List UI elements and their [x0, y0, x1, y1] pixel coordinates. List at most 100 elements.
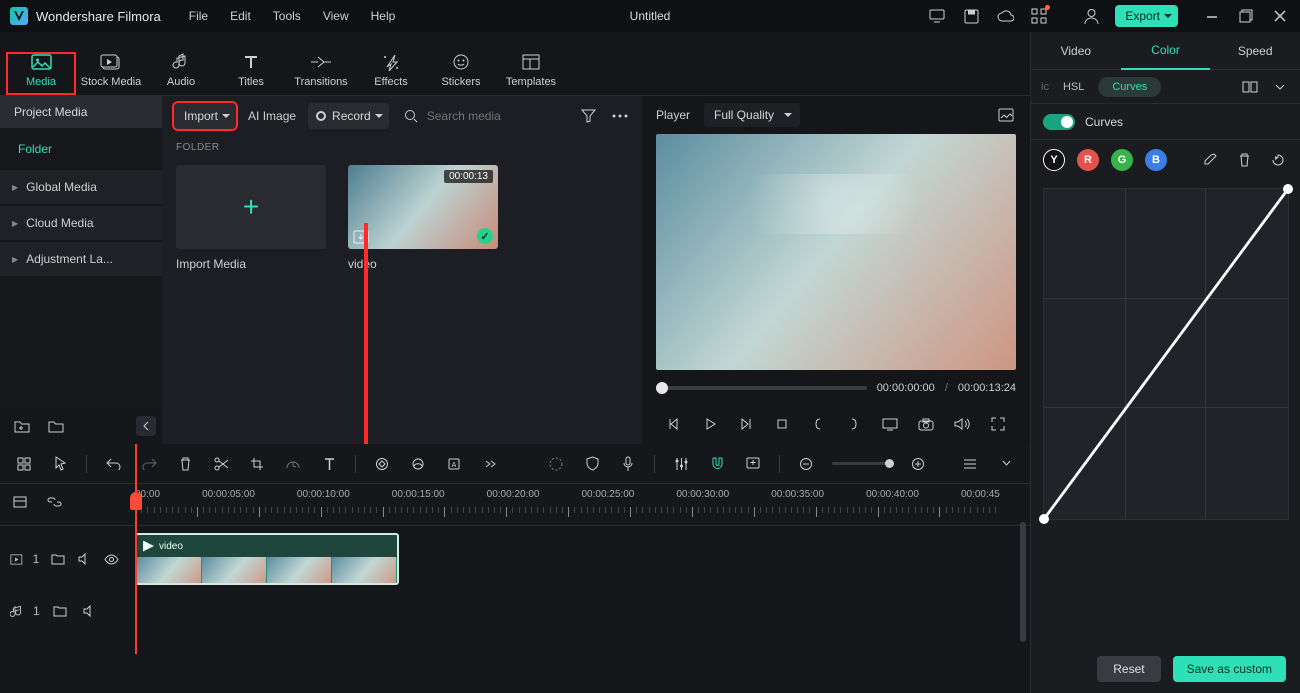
inspector-tab-video[interactable]: Video: [1031, 32, 1121, 70]
track-mute-icon[interactable]: [76, 549, 93, 569]
trash-icon[interactable]: [1234, 150, 1254, 170]
record-button[interactable]: Record: [308, 103, 389, 129]
channel-green[interactable]: G: [1111, 149, 1133, 171]
timeline-scrollbar[interactable]: [1020, 522, 1026, 642]
sidebar-item-cloud-media[interactable]: ▶Cloud Media: [0, 206, 162, 240]
minimize-icon[interactable]: [1202, 6, 1222, 26]
timeline-clip[interactable]: video: [135, 533, 399, 585]
mark-in-icon[interactable]: [809, 415, 827, 433]
subtab-ic[interactable]: ic: [1041, 81, 1049, 93]
next-frame-icon[interactable]: [737, 415, 755, 433]
text-tool-icon[interactable]: [319, 454, 339, 474]
device-icon[interactable]: [927, 6, 947, 26]
stop-icon[interactable]: [773, 415, 791, 433]
curve-editor[interactable]: [1043, 188, 1289, 520]
overflow-icon[interactable]: [480, 454, 500, 474]
tab-titles[interactable]: Titles: [216, 52, 286, 95]
menu-view[interactable]: View: [323, 9, 349, 23]
curve-point-low[interactable]: [1039, 514, 1049, 524]
render-icon[interactable]: [546, 454, 566, 474]
tab-stickers[interactable]: Stickers: [426, 52, 496, 95]
account-icon[interactable]: [1081, 6, 1101, 26]
curve-point-high[interactable]: [1283, 184, 1293, 194]
subtab-hsl[interactable]: HSL: [1063, 81, 1084, 93]
close-icon[interactable]: [1270, 6, 1290, 26]
media-cell-video[interactable]: 00:00:13 ✓ video: [348, 165, 498, 271]
import-button[interactable]: Import: [174, 103, 236, 129]
menu-file[interactable]: File: [189, 9, 208, 23]
tab-audio[interactable]: Audio: [146, 52, 216, 95]
playhead[interactable]: [135, 444, 137, 654]
sidebar-folder[interactable]: Folder: [0, 128, 162, 170]
sidebar-item-global-media[interactable]: ▶Global Media: [0, 170, 162, 204]
timeline-ruler[interactable]: 00:0000:00:05:00 00:00:10:0000:00:15:00 …: [0, 484, 1030, 526]
undo-icon[interactable]: [103, 454, 123, 474]
compare-icon[interactable]: [1240, 77, 1260, 97]
scrub-knob-icon[interactable]: [656, 382, 668, 394]
track-mute-icon[interactable]: [80, 601, 100, 621]
search-icon[interactable]: [401, 106, 421, 126]
reset-icon[interactable]: [1268, 150, 1288, 170]
channel-blue[interactable]: B: [1145, 149, 1167, 171]
subtab-curves[interactable]: Curves: [1098, 77, 1161, 97]
volume-icon[interactable]: [953, 415, 971, 433]
marker-add-icon[interactable]: [743, 454, 763, 474]
mic-icon[interactable]: [618, 454, 638, 474]
channel-luma[interactable]: Y: [1043, 149, 1065, 171]
link-icon[interactable]: [44, 492, 64, 512]
menu-tools[interactable]: Tools: [273, 9, 301, 23]
display-icon[interactable]: [881, 415, 899, 433]
tab-templates[interactable]: Templates: [496, 52, 566, 95]
collapse-sidebar-icon[interactable]: [136, 416, 156, 436]
inspector-tab-color[interactable]: Color: [1121, 32, 1211, 70]
preview-canvas[interactable]: [656, 134, 1016, 370]
delete-icon[interactable]: [175, 454, 195, 474]
tab-stock-media[interactable]: Stock Media: [76, 52, 146, 95]
sidebar-project-media[interactable]: Project Media: [0, 96, 162, 128]
menu-edit[interactable]: Edit: [230, 9, 251, 23]
track-folder-icon[interactable]: [49, 549, 66, 569]
search-input[interactable]: [427, 109, 537, 123]
mark-out-icon[interactable]: [845, 415, 863, 433]
zoom-out-icon[interactable]: [796, 454, 816, 474]
pointer-icon[interactable]: [50, 454, 70, 474]
ai-image-button[interactable]: AI Image: [248, 109, 296, 123]
chevron-down-icon[interactable]: [1270, 77, 1290, 97]
save-icon[interactable]: [961, 6, 981, 26]
filter-icon[interactable]: [578, 106, 598, 126]
play-icon[interactable]: [701, 415, 719, 433]
more-icon[interactable]: [610, 106, 630, 126]
new-folder-icon[interactable]: [12, 416, 32, 436]
menu-help[interactable]: Help: [371, 9, 396, 23]
sidebar-item-adjustment-layer[interactable]: ▶Adjustment La...: [0, 242, 162, 276]
shield-icon[interactable]: [582, 454, 602, 474]
color-tool-icon[interactable]: [408, 454, 428, 474]
media-cell-import[interactable]: + Import Media: [176, 165, 326, 271]
cloud-icon[interactable]: [995, 6, 1015, 26]
zoom-slider[interactable]: [832, 462, 892, 465]
reset-button[interactable]: Reset: [1097, 656, 1160, 682]
snapshot-icon[interactable]: [996, 105, 1016, 125]
tab-transitions[interactable]: Transitions: [286, 52, 356, 95]
save-custom-button[interactable]: Save as custom: [1173, 656, 1286, 682]
eyedropper-icon[interactable]: [1200, 150, 1220, 170]
redo-icon[interactable]: [139, 454, 159, 474]
quality-select[interactable]: Full Quality: [704, 103, 800, 127]
track-visibility-icon[interactable]: [103, 549, 120, 569]
grid-select-icon[interactable]: [14, 454, 34, 474]
mixer-icon[interactable]: [671, 454, 691, 474]
magnet-icon[interactable]: [707, 454, 727, 474]
folder-icon[interactable]: [46, 416, 66, 436]
speed-icon[interactable]: [283, 454, 303, 474]
zoom-in-icon[interactable]: [908, 454, 928, 474]
fullscreen-icon[interactable]: [989, 415, 1007, 433]
maximize-icon[interactable]: [1236, 6, 1256, 26]
curves-toggle[interactable]: [1043, 114, 1075, 130]
camera-icon[interactable]: [917, 415, 935, 433]
tab-effects[interactable]: Effects: [356, 52, 426, 95]
chevron-down-icon[interactable]: [996, 454, 1016, 474]
export-button[interactable]: Export: [1115, 5, 1178, 27]
scrubber[interactable]: [656, 386, 867, 390]
prev-frame-icon[interactable]: [665, 415, 683, 433]
scissors-icon[interactable]: [211, 454, 231, 474]
